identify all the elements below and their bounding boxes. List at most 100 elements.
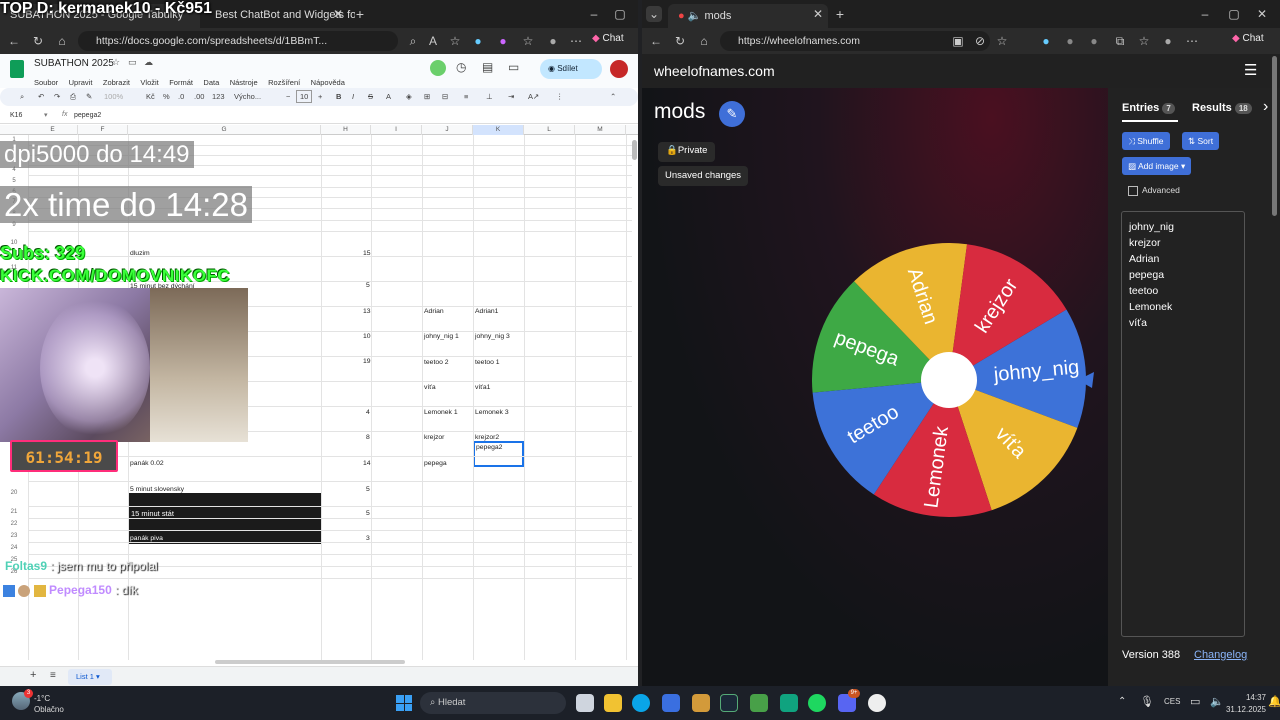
edge-icon[interactable] — [632, 694, 650, 712]
cell[interactable]: teetoo 2 — [424, 359, 449, 366]
close-icon[interactable]: ✕ — [810, 6, 826, 22]
site-logo[interactable]: wheelofnames.com — [654, 63, 775, 79]
row-header[interactable]: 21 — [0, 506, 28, 518]
tab-actions-icon[interactable]: ⌄ — [646, 6, 662, 22]
reload-icon[interactable]: ↻ — [30, 33, 46, 49]
comments-icon[interactable]: ▤ — [482, 60, 493, 74]
wheel-center-hub[interactable] — [921, 352, 977, 408]
cell[interactable]: johny_nig 3 — [475, 333, 510, 340]
search-icon[interactable]: ⌕ — [405, 33, 421, 49]
close-window-icon[interactable]: ✕ — [1254, 6, 1270, 22]
cell[interactable]: víťa — [424, 384, 436, 391]
history-icon[interactable]: ◷ — [456, 60, 466, 74]
name-box[interactable]: K16 — [10, 112, 22, 119]
cell[interactable]: Lemonek 1 — [424, 409, 458, 416]
column-header[interactable]: G — [128, 125, 321, 135]
sort-button[interactable]: ⇅ Sort — [1182, 132, 1220, 150]
cell[interactable]: Adrian1 — [475, 308, 498, 315]
fill-color-icon[interactable]: ◈ — [406, 92, 412, 101]
star-icon[interactable]: ☆ — [112, 57, 120, 68]
sheet-tab[interactable]: List 1 ▾ — [68, 669, 112, 685]
cell[interactable]: 14 — [363, 460, 371, 467]
entries-textarea[interactable]: johny_nig krejzor Adrian pepega teetoo L… — [1121, 211, 1245, 637]
bold-icon[interactable]: B — [336, 92, 341, 101]
selected-cell[interactable]: pepega2 — [473, 441, 524, 467]
microphone-icon[interactable]: 🎙 — [1140, 695, 1154, 708]
redo-icon[interactable]: ↷ — [54, 92, 60, 101]
undo-icon[interactable]: ↶ — [38, 92, 44, 101]
extension-icon[interactable]: ● — [1062, 33, 1078, 49]
app-icon[interactable] — [868, 694, 886, 712]
minimize-icon[interactable]: – — [1197, 6, 1213, 22]
weather-desc[interactable]: Oblačno — [34, 705, 64, 714]
page-scrollbar[interactable] — [1272, 56, 1277, 216]
task-view-icon[interactable] — [576, 694, 594, 712]
menu-data[interactable]: Data — [203, 78, 219, 87]
cell[interactable]: 4 — [366, 409, 370, 416]
copilot-chat-button[interactable]: ◆ Chat — [592, 33, 624, 44]
home-icon[interactable]: ⌂ — [696, 33, 712, 49]
increase-decimals-button[interactable]: .00 — [194, 92, 204, 101]
horizontal-scrollbar[interactable] — [215, 660, 405, 664]
add-sheet-icon[interactable]: + — [30, 669, 36, 681]
column-header[interactable]: M — [575, 125, 626, 135]
extension-icon[interactable]: ● — [1086, 33, 1102, 49]
row-header[interactable]: 22 — [0, 518, 28, 530]
hamburger-menu-icon[interactable]: ☰ — [1244, 61, 1257, 79]
favorite-icon[interactable]: ☆ — [994, 33, 1010, 49]
doc-title[interactable]: SUBATHON 2025 — [34, 58, 114, 69]
menu-format[interactable]: Formát — [169, 78, 193, 87]
align-icon[interactable]: ≡ — [464, 92, 468, 101]
column-header[interactable]: E — [28, 125, 78, 135]
cell[interactable]: pepega — [424, 460, 447, 467]
menu-extensions[interactable]: Rozšíření — [268, 78, 300, 87]
font-size-decrease[interactable]: − — [286, 92, 290, 101]
advanced-checkbox[interactable] — [1128, 186, 1138, 196]
maximize-icon[interactable]: ▢ — [612, 6, 628, 22]
rotate-icon[interactable]: A↗ — [528, 92, 539, 101]
menu-view[interactable]: Zobrazit — [103, 78, 130, 87]
profile-avatar[interactable]: ● — [545, 33, 561, 49]
menu-help[interactable]: Nápověda — [311, 78, 345, 87]
app-icon[interactable] — [750, 694, 768, 712]
dropdown-icon[interactable]: ▾ — [44, 111, 48, 119]
maximize-icon[interactable]: ▢ — [1226, 6, 1242, 22]
tab-entries[interactable]: Entries 7 — [1122, 102, 1175, 114]
cell[interactable]: víťa1 — [475, 384, 490, 391]
borders-icon[interactable]: ⊞ — [424, 92, 430, 101]
search-menus-icon[interactable]: ⌕ — [20, 92, 24, 102]
merge-icon[interactable]: ⊟ — [442, 92, 448, 101]
add-image-button[interactable]: ▨ Add image ▾ — [1122, 157, 1192, 175]
cell[interactable]: 5 — [366, 510, 370, 517]
clock-time[interactable]: 14:37 — [1228, 693, 1266, 702]
cell[interactable]: krejzor — [424, 434, 444, 441]
minimize-icon[interactable]: – — [586, 6, 602, 22]
menu-tools[interactable]: Nástroje — [230, 78, 258, 87]
profile-avatar[interactable]: ● — [1160, 33, 1176, 49]
cell[interactable]: Lemonek 3 — [475, 409, 509, 416]
extension-icon[interactable]: ● — [470, 33, 486, 49]
edit-title-icon[interactable]: ✎ — [719, 101, 745, 127]
decrease-decimals-button[interactable]: .0 — [178, 92, 184, 101]
start-icon[interactable] — [396, 695, 412, 711]
vertical-scrollbar[interactable] — [632, 140, 637, 160]
font-size-field[interactable]: 10 — [296, 90, 313, 103]
formula-input[interactable]: pepega2 — [74, 112, 101, 119]
close-icon[interactable]: ✕ — [330, 6, 346, 22]
number-format-button[interactable]: 123 — [212, 92, 225, 101]
clock-date[interactable]: 31.12.2025 — [1220, 705, 1266, 714]
new-tab-icon[interactable]: + — [832, 6, 848, 22]
app-available-icon[interactable]: ▣ — [950, 33, 966, 49]
more-tools-icon[interactable]: ⋮ — [556, 92, 564, 101]
back-icon[interactable]: ← — [6, 33, 22, 49]
share-button[interactable]: ◉ Sdílet — [540, 59, 602, 79]
cell[interactable]: 10 — [363, 333, 371, 340]
more-icon[interactable]: ⋯ — [1184, 33, 1200, 49]
italic-icon[interactable]: I — [352, 92, 354, 101]
column-header[interactable]: H — [321, 125, 371, 135]
home-icon[interactable]: ⌂ — [54, 33, 70, 49]
font-select[interactable]: Výcho... — [234, 92, 261, 101]
menu-edit[interactable]: Upravit — [69, 78, 93, 87]
tab-results[interactable]: Results 18 — [1192, 102, 1252, 114]
cell[interactable]: johny_nig 1 — [424, 333, 459, 340]
